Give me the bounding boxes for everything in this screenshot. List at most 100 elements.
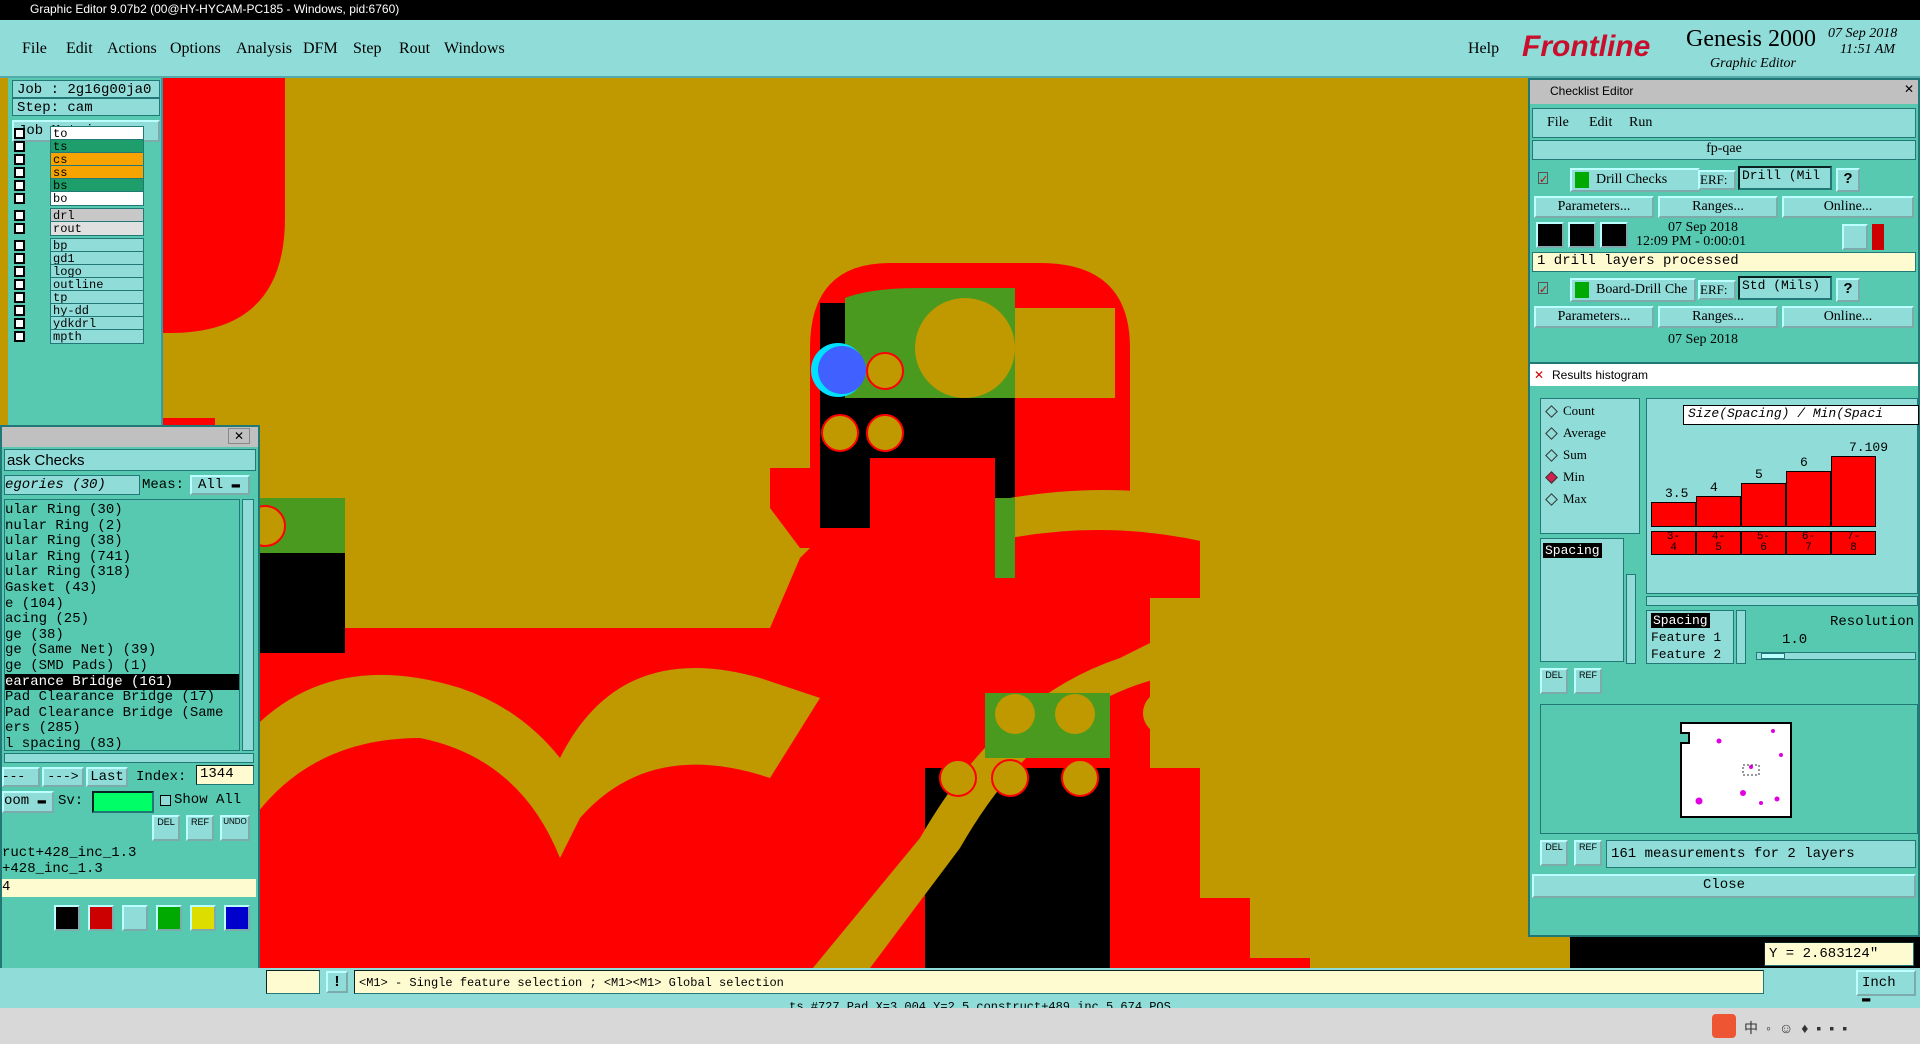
info-icon[interactable]: ! (326, 971, 348, 993)
checklist-menu-edit[interactable]: Edit (1589, 115, 1612, 131)
check2-enable-checkbox[interactable]: ✓ (1538, 282, 1548, 296)
layer-checkbox[interactable] (14, 292, 25, 303)
layer-checkbox[interactable] (14, 331, 25, 342)
command-input[interactable] (266, 970, 320, 994)
check2-ranges-button[interactable]: Ranges... (1658, 306, 1778, 328)
close-icon[interactable]: ✕ (228, 428, 250, 444)
dfm-category-item[interactable]: earance Bridge (161) (5, 673, 239, 690)
checklist-menu-file[interactable]: File (1547, 115, 1569, 131)
preview-ref-button[interactable]: REF (1574, 840, 1602, 866)
menu-rout[interactable]: Rout (399, 40, 430, 58)
layer-row-bo[interactable]: bo (12, 191, 144, 206)
histogram-close-button[interactable]: Close (1532, 874, 1916, 898)
histogram-bar[interactable] (1786, 470, 1831, 527)
next-button[interactable]: ---> (42, 767, 84, 787)
check2-parameters-button[interactable]: Parameters... (1534, 306, 1654, 328)
hist-ref-button[interactable]: REF (1574, 668, 1602, 694)
histogram-bar[interactable] (1831, 456, 1876, 527)
zoom-icon[interactable] (1842, 224, 1868, 250)
ime-icon[interactable] (1712, 1014, 1736, 1038)
dfm-category-item[interactable]: ge (SMD Pads) (1) (5, 658, 239, 674)
layer-checkbox[interactable] (14, 167, 25, 178)
layer-checkbox[interactable] (14, 193, 25, 204)
layer-row-mpth[interactable]: mpth (12, 329, 144, 344)
menu-step[interactable]: Step (353, 40, 381, 58)
tool-icon-4[interactable] (156, 905, 182, 931)
layer-checkbox[interactable] (14, 305, 25, 316)
measure-list-item[interactable]: Spacing (1543, 543, 1602, 558)
layer-checkbox[interactable] (14, 318, 25, 329)
close-icon[interactable]: ✕ (1904, 82, 1914, 96)
preview-del-button[interactable]: DEL (1540, 840, 1568, 866)
resolution-slider[interactable] (1756, 652, 1916, 660)
resolution-slider-handle[interactable] (1761, 653, 1785, 659)
meas-dropdown[interactable]: All ▬ (190, 475, 250, 495)
dfm-category-item[interactable]: Pad Clearance Bridge (17) (5, 689, 239, 705)
dfm-hscrollbar[interactable] (4, 753, 254, 763)
board-preview[interactable] (1540, 704, 1918, 834)
run-icon[interactable] (1536, 222, 1564, 248)
check2-button[interactable]: Board-Drill Che (1570, 278, 1696, 302)
check1-enable-checkbox[interactable]: ✓ (1538, 172, 1548, 186)
dfm-category-item[interactable]: l spacing (83) (5, 736, 239, 750)
layer-row-rout[interactable]: rout (12, 221, 144, 236)
dfm-list-scrollbar[interactable] (242, 499, 254, 751)
check2-erf-value[interactable]: Std (Mils) (1738, 276, 1832, 300)
menu-analysis[interactable]: Analysis (236, 40, 292, 58)
menu-options[interactable]: Options (170, 40, 221, 58)
layer-checkbox[interactable] (14, 210, 25, 221)
check2-online-button[interactable]: Online... (1782, 306, 1914, 328)
check1-button[interactable]: Drill Checks (1570, 168, 1700, 192)
dfm-category-item[interactable]: ular Ring (38) (5, 533, 239, 549)
menu-windows[interactable]: Windows (444, 40, 505, 58)
dfm-category-item[interactable]: ular Ring (741) (5, 549, 239, 565)
del-button[interactable]: DEL (152, 815, 180, 841)
menu-edit[interactable]: Edit (66, 40, 93, 58)
check2-help-button[interactable]: ? (1836, 278, 1860, 302)
check1-erf-value[interactable]: Drill (Mil (1738, 166, 1832, 190)
undo-button[interactable]: UNDO (220, 815, 250, 841)
check1-parameters-button[interactable]: Parameters... (1534, 196, 1654, 218)
layer-checkbox[interactable] (14, 154, 25, 165)
layer-name[interactable]: rout (50, 221, 144, 236)
run-from-icon[interactable] (1568, 222, 1596, 248)
layer-checkbox[interactable] (14, 253, 25, 264)
histogram-bar[interactable] (1696, 496, 1741, 527)
stop-icon[interactable] (1600, 222, 1628, 248)
dfm-category-item[interactable]: ular Ring (30) (5, 502, 239, 518)
legend-scrollbar[interactable] (1736, 610, 1746, 664)
last-button[interactable]: Last (86, 767, 128, 787)
chart-icon[interactable] (224, 905, 250, 931)
close-icon[interactable]: ✕ (1534, 368, 1544, 382)
dfm-category-item[interactable]: ge (Same Net) (39) (5, 642, 239, 658)
histogram-bar[interactable] (1651, 502, 1696, 527)
sv-color-selector[interactable] (92, 791, 154, 813)
zoom-dropdown[interactable]: oom ▬ (2, 791, 54, 813)
menu-file[interactable]: File (22, 40, 47, 58)
dfm-category-list[interactable]: ular Ring (30) nular Ring (2) ular Ring (3… (4, 499, 240, 751)
layer-checkbox[interactable] (14, 279, 25, 290)
menu-dfm[interactable]: DFM (303, 40, 338, 58)
layer-checkbox[interactable] (14, 128, 25, 139)
histogram-hscrollbar[interactable] (1646, 596, 1918, 606)
tool-icon-3[interactable] (122, 905, 148, 931)
layer-checkbox[interactable] (14, 223, 25, 234)
dfm-category-item[interactable]: ers (285) (5, 720, 239, 736)
tool-icon-5[interactable] (190, 905, 216, 931)
dfm-category-item[interactable]: acing (25) (5, 611, 239, 627)
units-dropdown[interactable]: Inch ▬ (1856, 970, 1916, 1007)
layer-checkbox[interactable] (14, 141, 25, 152)
layer-checkbox[interactable] (14, 266, 25, 277)
hist-del-button[interactable]: DEL (1540, 668, 1568, 694)
dfm-category-item[interactable]: ge (38) (5, 627, 239, 643)
check1-help-button[interactable]: ? (1836, 168, 1860, 192)
menu-actions[interactable]: Actions (107, 40, 157, 58)
layer-name[interactable]: mpth (50, 329, 144, 344)
dfm-category-item[interactable]: nular Ring (2) (5, 518, 239, 534)
check1-ranges-button[interactable]: Ranges... (1658, 196, 1778, 218)
dfm-category-item[interactable]: e (104) (5, 596, 239, 612)
prev-button[interactable]: <--- (2, 767, 40, 787)
dfm-category-item[interactable]: Pad Clearance Bridge (Same (5, 705, 239, 721)
index-input[interactable]: 1344 (196, 765, 254, 785)
show-all-checkbox[interactable] (160, 795, 171, 806)
